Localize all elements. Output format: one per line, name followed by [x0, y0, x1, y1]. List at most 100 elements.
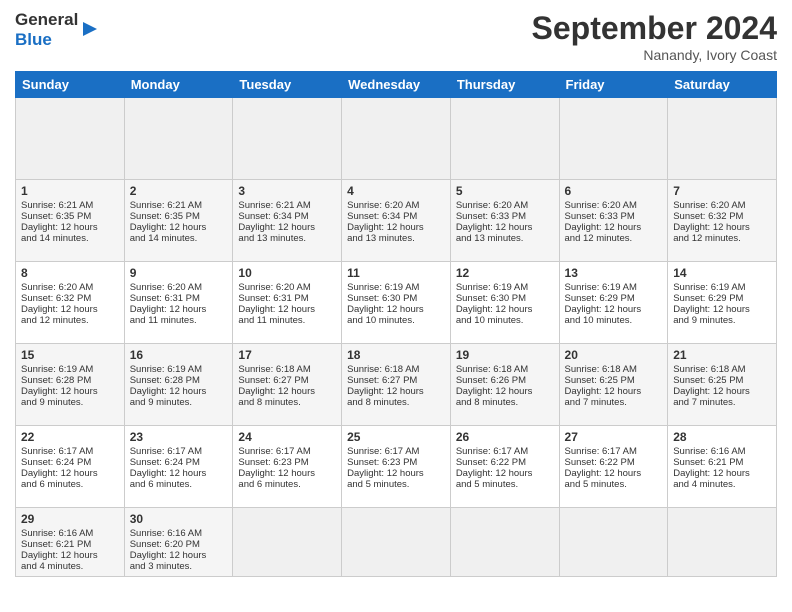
cell-info-line: Sunrise: 6:19 AM — [565, 282, 663, 293]
cell-info-line: Sunrise: 6:21 AM — [21, 200, 119, 211]
cell-info-line: Daylight: 12 hours — [347, 468, 445, 479]
cell-info-line: Sunset: 6:22 PM — [456, 457, 554, 468]
calendar-cell: 4Sunrise: 6:20 AMSunset: 6:34 PMDaylight… — [342, 180, 451, 262]
cell-info-line: Sunrise: 6:17 AM — [456, 446, 554, 457]
cell-info-line: Sunrise: 6:18 AM — [565, 364, 663, 375]
cell-info-line: and 9 minutes. — [673, 315, 771, 326]
calendar-cell: 30Sunrise: 6:16 AMSunset: 6:20 PMDayligh… — [124, 508, 233, 577]
cell-info-line: Sunrise: 6:19 AM — [347, 282, 445, 293]
cell-info-line: Daylight: 12 hours — [565, 304, 663, 315]
cell-info-line: Sunset: 6:21 PM — [21, 539, 119, 550]
cell-info-line: Sunset: 6:23 PM — [347, 457, 445, 468]
cell-info-line: Daylight: 12 hours — [21, 386, 119, 397]
cell-info-line: Sunset: 6:31 PM — [238, 293, 336, 304]
cell-info-line: Daylight: 12 hours — [347, 222, 445, 233]
location-label: Nanandy, Ivory Coast — [532, 47, 777, 63]
day-number: 14 — [673, 266, 771, 280]
cell-info-line: Sunset: 6:32 PM — [21, 293, 119, 304]
cell-info-line: Sunrise: 6:16 AM — [673, 446, 771, 457]
calendar-cell: 16Sunrise: 6:19 AMSunset: 6:28 PMDayligh… — [124, 344, 233, 426]
cell-info-line: Sunrise: 6:20 AM — [130, 282, 228, 293]
day-number: 9 — [130, 266, 228, 280]
cell-info-line: Daylight: 12 hours — [456, 304, 554, 315]
day-number: 15 — [21, 348, 119, 362]
cell-info-line: and 12 minutes. — [673, 233, 771, 244]
calendar-cell: 24Sunrise: 6:17 AMSunset: 6:23 PMDayligh… — [233, 426, 342, 508]
cell-info-line: Daylight: 12 hours — [130, 468, 228, 479]
cell-info-line: Daylight: 12 hours — [21, 468, 119, 479]
calendar-cell: 11Sunrise: 6:19 AMSunset: 6:30 PMDayligh… — [342, 262, 451, 344]
cell-info-line: Daylight: 12 hours — [673, 304, 771, 315]
cell-info-line: Sunrise: 6:17 AM — [130, 446, 228, 457]
calendar-cell: 13Sunrise: 6:19 AMSunset: 6:29 PMDayligh… — [559, 262, 668, 344]
cell-info-line: Sunrise: 6:18 AM — [673, 364, 771, 375]
cell-info-line: and 5 minutes. — [565, 479, 663, 490]
cell-info-line: and 13 minutes. — [456, 233, 554, 244]
cell-info-line: Sunrise: 6:21 AM — [238, 200, 336, 211]
day-number: 17 — [238, 348, 336, 362]
cell-info-line: Daylight: 12 hours — [456, 222, 554, 233]
title-block: September 2024 Nanandy, Ivory Coast — [532, 10, 777, 63]
calendar-cell — [233, 98, 342, 180]
day-number: 5 — [456, 184, 554, 198]
calendar-cell: 18Sunrise: 6:18 AMSunset: 6:27 PMDayligh… — [342, 344, 451, 426]
cell-info-line: Sunset: 6:26 PM — [456, 375, 554, 386]
calendar-cell — [559, 98, 668, 180]
logo: General Blue — [15, 10, 99, 49]
col-tuesday: Tuesday — [233, 72, 342, 98]
cell-info-line: Sunset: 6:27 PM — [347, 375, 445, 386]
calendar-cell: 7Sunrise: 6:20 AMSunset: 6:32 PMDaylight… — [668, 180, 777, 262]
cell-info-line: and 11 minutes. — [238, 315, 336, 326]
cell-info-line: Sunset: 6:31 PM — [130, 293, 228, 304]
cell-info-line: Daylight: 12 hours — [565, 222, 663, 233]
calendar-cell — [16, 98, 125, 180]
cell-info-line: Daylight: 12 hours — [238, 468, 336, 479]
cell-info-line: Sunrise: 6:19 AM — [21, 364, 119, 375]
cell-info-line: Sunset: 6:33 PM — [456, 211, 554, 222]
cell-info-line: Daylight: 12 hours — [130, 386, 228, 397]
calendar-cell: 10Sunrise: 6:20 AMSunset: 6:31 PMDayligh… — [233, 262, 342, 344]
cell-info-line: Sunset: 6:29 PM — [565, 293, 663, 304]
col-monday: Monday — [124, 72, 233, 98]
calendar-cell: 26Sunrise: 6:17 AMSunset: 6:22 PMDayligh… — [450, 426, 559, 508]
cell-info-line: Daylight: 12 hours — [347, 304, 445, 315]
calendar-cell: 9Sunrise: 6:20 AMSunset: 6:31 PMDaylight… — [124, 262, 233, 344]
cell-info-line: and 10 minutes. — [347, 315, 445, 326]
calendar-cell: 17Sunrise: 6:18 AMSunset: 6:27 PMDayligh… — [233, 344, 342, 426]
col-sunday: Sunday — [16, 72, 125, 98]
cell-info-line: Sunrise: 6:17 AM — [347, 446, 445, 457]
calendar-cell: 2Sunrise: 6:21 AMSunset: 6:35 PMDaylight… — [124, 180, 233, 262]
calendar-cell: 15Sunrise: 6:19 AMSunset: 6:28 PMDayligh… — [16, 344, 125, 426]
cell-info-line: Sunset: 6:25 PM — [673, 375, 771, 386]
cell-info-line: and 11 minutes. — [130, 315, 228, 326]
cell-info-line: and 10 minutes. — [565, 315, 663, 326]
calendar-cell — [342, 508, 451, 577]
calendar-cell: 8Sunrise: 6:20 AMSunset: 6:32 PMDaylight… — [16, 262, 125, 344]
cell-info-line: and 8 minutes. — [238, 397, 336, 408]
calendar-cell: 6Sunrise: 6:20 AMSunset: 6:33 PMDaylight… — [559, 180, 668, 262]
cell-info-line: and 14 minutes. — [21, 233, 119, 244]
calendar-cell: 12Sunrise: 6:19 AMSunset: 6:30 PMDayligh… — [450, 262, 559, 344]
cell-info-line: and 10 minutes. — [456, 315, 554, 326]
col-saturday: Saturday — [668, 72, 777, 98]
cell-info-line: Daylight: 12 hours — [456, 468, 554, 479]
logo-arrow-icon — [81, 20, 99, 38]
cell-info-line: Daylight: 12 hours — [238, 222, 336, 233]
calendar-cell — [124, 98, 233, 180]
cell-info-line: Sunrise: 6:20 AM — [21, 282, 119, 293]
calendar-cell: 27Sunrise: 6:17 AMSunset: 6:22 PMDayligh… — [559, 426, 668, 508]
calendar-cell — [342, 98, 451, 180]
calendar-cell: 29Sunrise: 6:16 AMSunset: 6:21 PMDayligh… — [16, 508, 125, 577]
cell-info-line: Daylight: 12 hours — [673, 468, 771, 479]
cell-info-line: Sunset: 6:34 PM — [238, 211, 336, 222]
cell-info-line: Sunset: 6:20 PM — [130, 539, 228, 550]
col-thursday: Thursday — [450, 72, 559, 98]
day-number: 6 — [565, 184, 663, 198]
day-number: 10 — [238, 266, 336, 280]
day-number: 16 — [130, 348, 228, 362]
calendar-cell: 3Sunrise: 6:21 AMSunset: 6:34 PMDaylight… — [233, 180, 342, 262]
cell-info-line: Daylight: 12 hours — [456, 386, 554, 397]
day-number: 23 — [130, 430, 228, 444]
day-number: 1 — [21, 184, 119, 198]
day-number: 8 — [21, 266, 119, 280]
